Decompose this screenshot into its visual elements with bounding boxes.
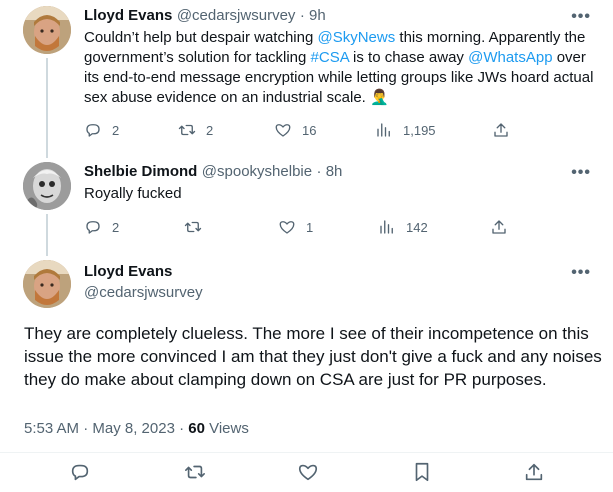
like-count: 16 xyxy=(302,122,317,138)
like-icon xyxy=(298,464,318,481)
views-count: 1,195 xyxy=(403,122,436,138)
views-icon xyxy=(377,123,390,137)
avatar[interactable] xyxy=(23,6,71,54)
user-handle-text: @cedarsjwsurvey xyxy=(84,284,203,301)
display-name[interactable]: Lloyd Evans xyxy=(84,262,172,282)
reply-button[interactable]: 2 xyxy=(84,217,119,237)
tweet-header: Lloyd Evans @cedarsjwsurvey · 9h xyxy=(84,6,326,26)
like-count: 1 xyxy=(306,219,314,235)
bookmark-icon xyxy=(415,462,429,482)
share-button[interactable] xyxy=(523,462,545,482)
reply-count: 2 xyxy=(112,122,120,138)
mention-link[interactable]: @SkyNews xyxy=(317,29,395,46)
timestamp[interactable]: · 8h xyxy=(317,163,343,180)
tweet-action-bar xyxy=(0,462,613,492)
bookmark-button[interactable] xyxy=(411,462,433,482)
share-button[interactable] xyxy=(490,217,508,237)
reply-count: 2 xyxy=(112,219,120,235)
tweet-timestamp[interactable]: 5:53 AM · May 8, 2023 · xyxy=(24,420,188,437)
like-button[interactable] xyxy=(297,462,319,482)
view-count: 60 xyxy=(188,420,205,437)
tweet-meta: 5:53 AM · May 8, 2023 · 60 Views xyxy=(24,419,249,439)
share-button[interactable] xyxy=(492,120,510,140)
share-icon xyxy=(492,220,506,234)
more-options-button[interactable]: ••• xyxy=(571,9,591,25)
views-label: Views xyxy=(204,420,249,437)
views-button[interactable]: 1,195 xyxy=(375,120,436,140)
share-icon xyxy=(525,463,543,481)
display-name-text: Lloyd Evans xyxy=(84,263,173,280)
thread-line xyxy=(46,58,48,158)
more-options-button[interactable]: ••• xyxy=(571,265,591,281)
user-handle[interactable]: @cedarsjwsurvey xyxy=(84,283,203,303)
display-name[interactable]: Shelbie Dimond xyxy=(84,163,197,180)
views-icon xyxy=(380,220,393,234)
divider xyxy=(0,452,613,453)
views-button[interactable]: 142 xyxy=(378,217,428,237)
user-handle[interactable]: @spookyshelbie xyxy=(202,163,312,180)
reply-icon xyxy=(71,464,89,481)
share-icon xyxy=(494,123,508,137)
mention-link[interactable]: @WhatsApp xyxy=(468,49,552,66)
reply-button[interactable]: 2 xyxy=(84,120,119,140)
retweet-icon xyxy=(185,465,205,479)
avatar[interactable] xyxy=(23,162,71,210)
tweet-text: Couldn’t help but despair watching @SkyN… xyxy=(84,28,599,108)
retweet-icon xyxy=(178,124,196,136)
retweet-button[interactable] xyxy=(184,217,212,237)
thread-line xyxy=(46,214,48,256)
retweet-button[interactable]: 2 xyxy=(178,120,213,140)
views-count: 142 xyxy=(406,219,428,235)
reply-button[interactable] xyxy=(69,462,91,482)
like-button[interactable]: 16 xyxy=(274,120,316,140)
tweet-text: They are completely clueless. The more I… xyxy=(24,324,602,389)
more-options-button[interactable]: ••• xyxy=(571,165,591,181)
user-handle[interactable]: @cedarsjwsurvey xyxy=(177,7,296,24)
tweet-text-segment: is to chase away xyxy=(348,49,469,66)
hashtag-link[interactable]: #CSA xyxy=(311,49,349,66)
retweet-icon xyxy=(184,221,202,233)
like-icon xyxy=(279,221,295,234)
like-icon xyxy=(275,124,291,137)
reply-icon xyxy=(86,221,100,234)
reply-icon xyxy=(86,124,100,137)
tweet-text-segment: Couldn’t help but despair watching xyxy=(84,29,318,46)
avatar[interactable] xyxy=(23,260,71,308)
timestamp[interactable]: · 9h xyxy=(300,7,326,24)
retweet-button[interactable] xyxy=(184,462,206,482)
display-name[interactable]: Lloyd Evans xyxy=(84,7,172,24)
tweet-text: Royally fucked xyxy=(84,185,182,202)
retweet-count: 2 xyxy=(206,122,214,138)
tweet-header: Shelbie Dimond @spookyshelbie · 8h xyxy=(84,162,342,182)
like-button[interactable]: 1 xyxy=(278,217,313,237)
